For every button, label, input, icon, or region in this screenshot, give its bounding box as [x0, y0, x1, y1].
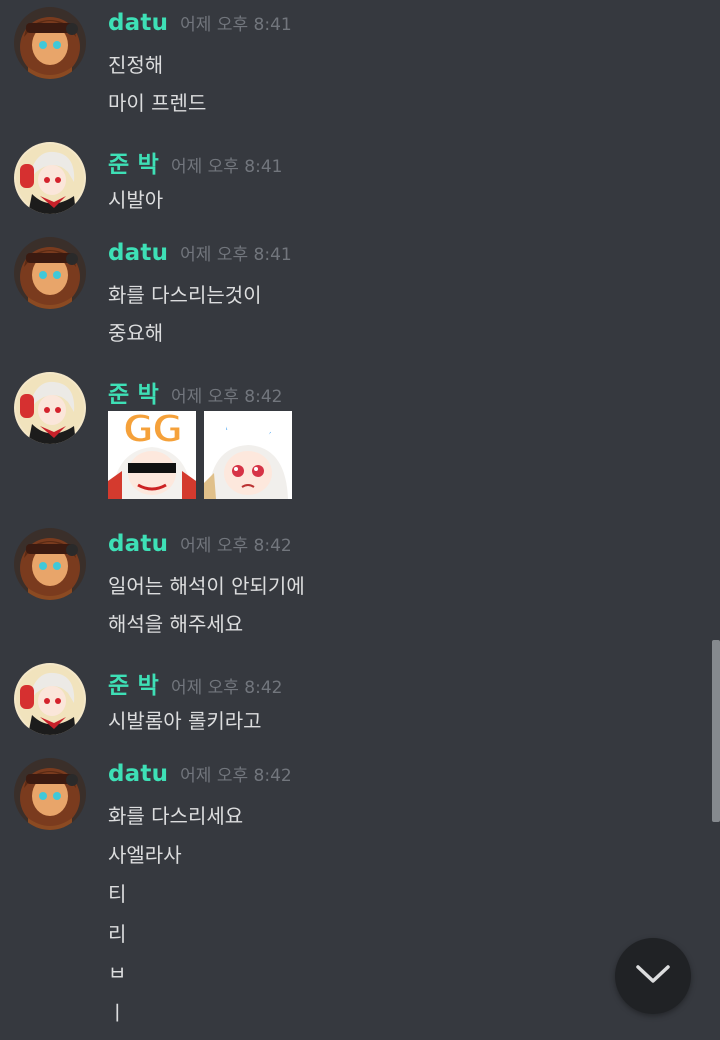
message-header: datu 어제 오후 8:42 — [108, 761, 292, 787]
username[interactable]: 준 박 — [108, 666, 159, 700]
message-text: 시발롬아 롤키라고 — [108, 709, 262, 733]
timestamp: 어제 오후 8:41 — [180, 245, 292, 265]
message-text: ㅣ — [108, 1001, 127, 1025]
scrollbar-thumb[interactable] — [712, 640, 720, 822]
message-text: 해석을 해주세요 — [108, 612, 244, 636]
sticker-caption: GG — [122, 411, 184, 452]
datu-avatar-icon[interactable] — [14, 7, 86, 79]
message-header: 준 박 어제 오후 8:42 — [108, 666, 282, 700]
message-text: 화를 다스리는것이 — [108, 283, 262, 307]
message-header: 준 박 어제 오후 8:42 — [108, 375, 282, 409]
sticker-row: GG ぴえん — [108, 411, 292, 499]
message-text: 마이 프렌드 — [108, 91, 207, 115]
jump-to-present-button[interactable] — [615, 938, 691, 1014]
timestamp: 어제 오후 8:41 — [170, 157, 283, 177]
message-header: datu 어제 오후 8:41 — [108, 10, 292, 36]
timestamp: 어제 오후 8:42 — [170, 678, 283, 698]
datu-avatar-icon[interactable] — [14, 237, 86, 309]
username[interactable]: datu — [108, 531, 168, 557]
username[interactable]: datu — [108, 761, 168, 787]
message-text: 진정해 — [108, 53, 164, 77]
message-header: 준 박 어제 오후 8:41 — [108, 145, 282, 179]
username[interactable]: datu — [108, 10, 168, 36]
message-header: datu 어제 오후 8:42 — [108, 531, 292, 557]
jun-avatar-icon[interactable] — [14, 372, 86, 444]
chevron-down-icon — [635, 963, 671, 989]
message-text: 일어는 해석이 안되기에 — [108, 574, 305, 598]
message-text: 화를 다스리세요 — [108, 804, 244, 828]
gg-sticker[interactable]: GG — [108, 411, 196, 499]
datu-avatar-icon[interactable] — [14, 528, 86, 600]
username[interactable]: 준 박 — [108, 145, 159, 179]
jun-avatar-icon[interactable] — [14, 663, 86, 735]
timestamp: 어제 오후 8:42 — [180, 536, 292, 556]
message-text: ㅂ — [108, 961, 127, 985]
timestamp: 어제 오후 8:41 — [180, 15, 292, 35]
sticker-caption: ぴえん — [205, 415, 291, 450]
message-header: datu 어제 오후 8:41 — [108, 240, 292, 266]
datu-avatar-icon[interactable] — [14, 758, 86, 830]
timestamp: 어제 오후 8:42 — [180, 766, 292, 786]
message-text: 티 — [108, 882, 127, 906]
jun-avatar-icon[interactable] — [14, 142, 86, 214]
message-text: 사엘라사 — [108, 843, 182, 867]
pien-sticker[interactable]: ぴえん — [204, 411, 292, 499]
message-text: 리 — [108, 922, 127, 946]
username[interactable]: 준 박 — [108, 375, 159, 409]
message-text: 중요해 — [108, 321, 164, 345]
timestamp: 어제 오후 8:42 — [170, 387, 283, 407]
message-text: 시발아 — [108, 188, 164, 212]
username[interactable]: datu — [108, 240, 168, 266]
